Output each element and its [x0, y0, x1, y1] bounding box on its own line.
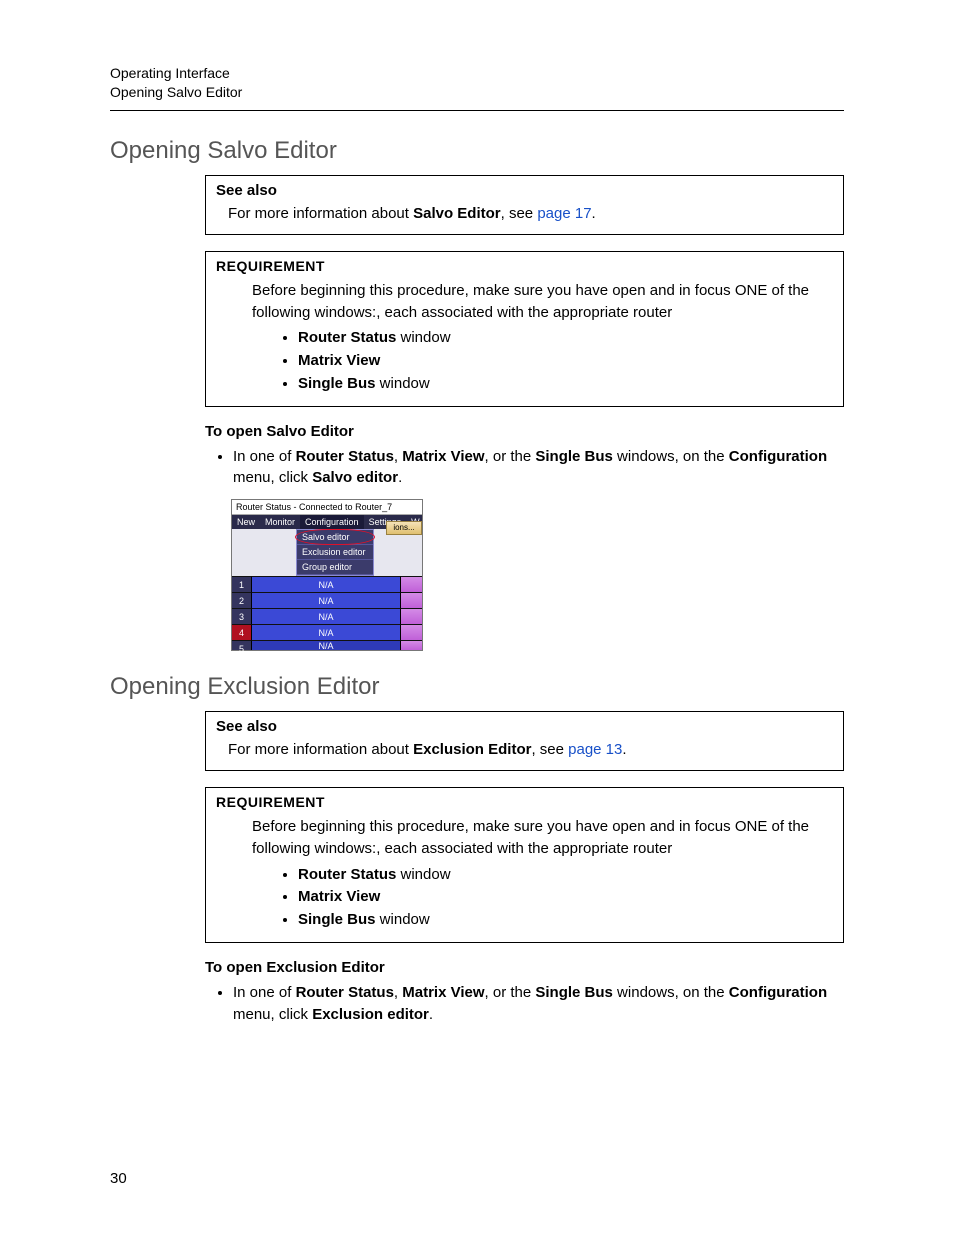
- procedure-steps-salvo: In one of Router Status, Matrix View, or…: [205, 446, 844, 490]
- shot-side-button: ions...: [386, 521, 422, 535]
- section-title-salvo: Opening Salvo Editor: [110, 137, 844, 165]
- procedure-heading-salvo: To open Salvo Editor: [205, 423, 844, 440]
- see-also-box-salvo: See also For more information about Salv…: [205, 175, 844, 235]
- running-head: Operating Interface Opening Salvo Editor: [110, 64, 844, 102]
- procedure-step: In one of Router Status, Matrix View, or…: [233, 982, 844, 1026]
- see-also-label: See also: [216, 182, 833, 199]
- req-item: Matrix View: [298, 886, 833, 908]
- procedure-step: In one of Router Status, Matrix View, or…: [233, 446, 844, 490]
- shot-menu-new: New: [232, 515, 260, 529]
- see-also-label: See also: [216, 718, 833, 735]
- section-title-exclusion: Opening Exclusion Editor: [110, 673, 844, 701]
- shot-grid: 1N/A 2N/A 3N/A 4N/A 5N/A: [232, 576, 422, 650]
- shot-menu-monitor: Monitor: [260, 515, 300, 529]
- head-rule: [110, 110, 844, 111]
- requirement-text: Before beginning this procedure, make su…: [252, 816, 833, 860]
- requirement-box-salvo: REQUIREMENT Before beginning this proced…: [205, 251, 844, 407]
- page-number: 30: [110, 1170, 127, 1187]
- req-item: Single Bus window: [298, 909, 833, 931]
- procedure-heading-exclusion: To open Exclusion Editor: [205, 959, 844, 976]
- requirement-list: Router Status window Matrix View Single …: [252, 327, 833, 394]
- requirement-list: Router Status window Matrix View Single …: [252, 864, 833, 931]
- see-also-text: For more information about Salvo Editor,…: [216, 203, 833, 224]
- req-item: Single Bus window: [298, 373, 833, 395]
- shot-dropdown-group: Group editor: [297, 560, 373, 575]
- running-head-chapter: Operating Interface: [110, 64, 844, 83]
- requirement-box-exclusion: REQUIREMENT Before beginning this proced…: [205, 787, 844, 943]
- shot-titlebar: Router Status - Connected to Router_7: [232, 500, 422, 515]
- procedure-steps-exclusion: In one of Router Status, Matrix View, or…: [205, 982, 844, 1026]
- requirement-label: REQUIREMENT: [216, 258, 833, 274]
- shot-dropdown-exclusion: Exclusion editor: [297, 545, 373, 560]
- requirement-text: Before beginning this procedure, make su…: [252, 280, 833, 324]
- see-also-text: For more information about Exclusion Edi…: [216, 739, 833, 760]
- shot-menu-configuration: Configuration: [300, 515, 364, 529]
- link-page-13[interactable]: page 13: [568, 741, 622, 758]
- req-item: Router Status window: [298, 327, 833, 349]
- link-page-17[interactable]: page 17: [537, 205, 591, 222]
- req-item: Router Status window: [298, 864, 833, 886]
- req-item: Matrix View: [298, 350, 833, 372]
- shot-dropdown: Salvo editor Exclusion editor Group edit…: [296, 529, 374, 576]
- shot-dropdown-salvo: Salvo editor: [297, 530, 373, 545]
- see-also-box-exclusion: See also For more information about Excl…: [205, 711, 844, 771]
- running-head-topic: Opening Salvo Editor: [110, 83, 844, 102]
- embedded-screenshot: Router Status - Connected to Router_7 Ne…: [231, 499, 423, 651]
- requirement-label: REQUIREMENT: [216, 794, 833, 810]
